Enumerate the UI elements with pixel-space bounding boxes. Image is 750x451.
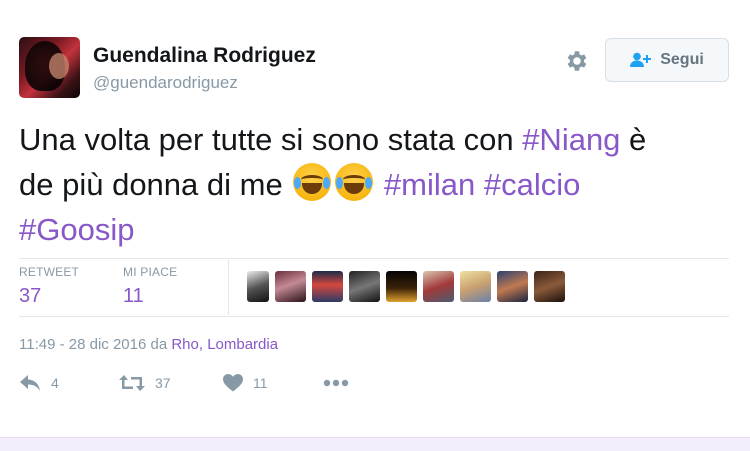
- hashtag-goosip[interactable]: #Goosip: [19, 212, 134, 247]
- tears-of-joy-emoji: [293, 163, 332, 201]
- divider: [19, 316, 729, 317]
- tweet-metadata: 11:49 - 28 dic 2016 da Rho, Lombardia: [19, 336, 278, 353]
- tweet-text-part: de più donna di me: [19, 167, 292, 202]
- divider: [19, 258, 729, 259]
- liker-avatar[interactable]: [460, 271, 491, 302]
- tears-of-joy-emoji: [335, 163, 374, 201]
- liker-avatars: [247, 271, 565, 302]
- tweet-text-part: è: [620, 122, 647, 157]
- like-button[interactable]: 11: [223, 374, 323, 392]
- tweet-timestamp[interactable]: 11:49 - 28 dic 2016 da: [19, 336, 171, 353]
- bottom-bar: [0, 437, 750, 451]
- hashtag-niang[interactable]: #Niang: [522, 122, 620, 157]
- author-handle[interactable]: @guendarodriguez: [93, 73, 238, 93]
- hashtag-calcio[interactable]: #calcio: [484, 167, 581, 202]
- stat-separator: [228, 260, 229, 315]
- likes-stat-value: 11: [123, 285, 144, 307]
- more-button[interactable]: [323, 379, 349, 387]
- tweet-location[interactable]: Rho, Lombardia: [171, 336, 278, 353]
- likes-stat-label: MI PIACE: [123, 265, 178, 279]
- reply-icon: [20, 375, 40, 391]
- like-count: 11: [253, 375, 268, 391]
- author-name[interactable]: Guendalina Rodriguez: [93, 44, 316, 68]
- liker-avatar[interactable]: [423, 271, 454, 302]
- tweet-text-part: Una volta per tutte si sono stata con: [19, 122, 523, 157]
- tweet-text: Una volta per tutte si sono stata con #N…: [19, 117, 729, 252]
- retweet-count: 37: [155, 375, 171, 391]
- retweet-stat-value: 37: [19, 285, 42, 307]
- follow-button-label: Segui: [660, 51, 704, 68]
- liker-avatar[interactable]: [534, 271, 565, 302]
- follow-button[interactable]: Segui: [605, 38, 729, 82]
- liker-avatar[interactable]: [247, 271, 269, 302]
- more-icon: [323, 379, 349, 387]
- follow-user-icon: [630, 52, 652, 67]
- retweet-icon: [119, 375, 145, 391]
- reply-button[interactable]: 4: [19, 374, 119, 392]
- heart-icon: [223, 374, 243, 392]
- retweet-button[interactable]: 37: [119, 374, 223, 392]
- liker-avatar[interactable]: [275, 271, 306, 302]
- liker-avatar[interactable]: [349, 271, 380, 302]
- liker-avatar[interactable]: [386, 271, 417, 302]
- liker-avatar[interactable]: [497, 271, 528, 302]
- gear-icon[interactable]: [563, 48, 589, 74]
- author-avatar[interactable]: [19, 37, 80, 98]
- likes-stat[interactable]: MI PIACE 11: [123, 265, 177, 308]
- tweet-actions: 4 37 11: [19, 374, 349, 392]
- retweet-stat-label: RETWEET: [19, 265, 80, 279]
- retweet-stat[interactable]: RETWEET 37: [19, 265, 79, 308]
- hashtag-milan[interactable]: #milan: [384, 167, 475, 202]
- reply-count: 4: [51, 375, 59, 391]
- liker-avatar[interactable]: [312, 271, 343, 302]
